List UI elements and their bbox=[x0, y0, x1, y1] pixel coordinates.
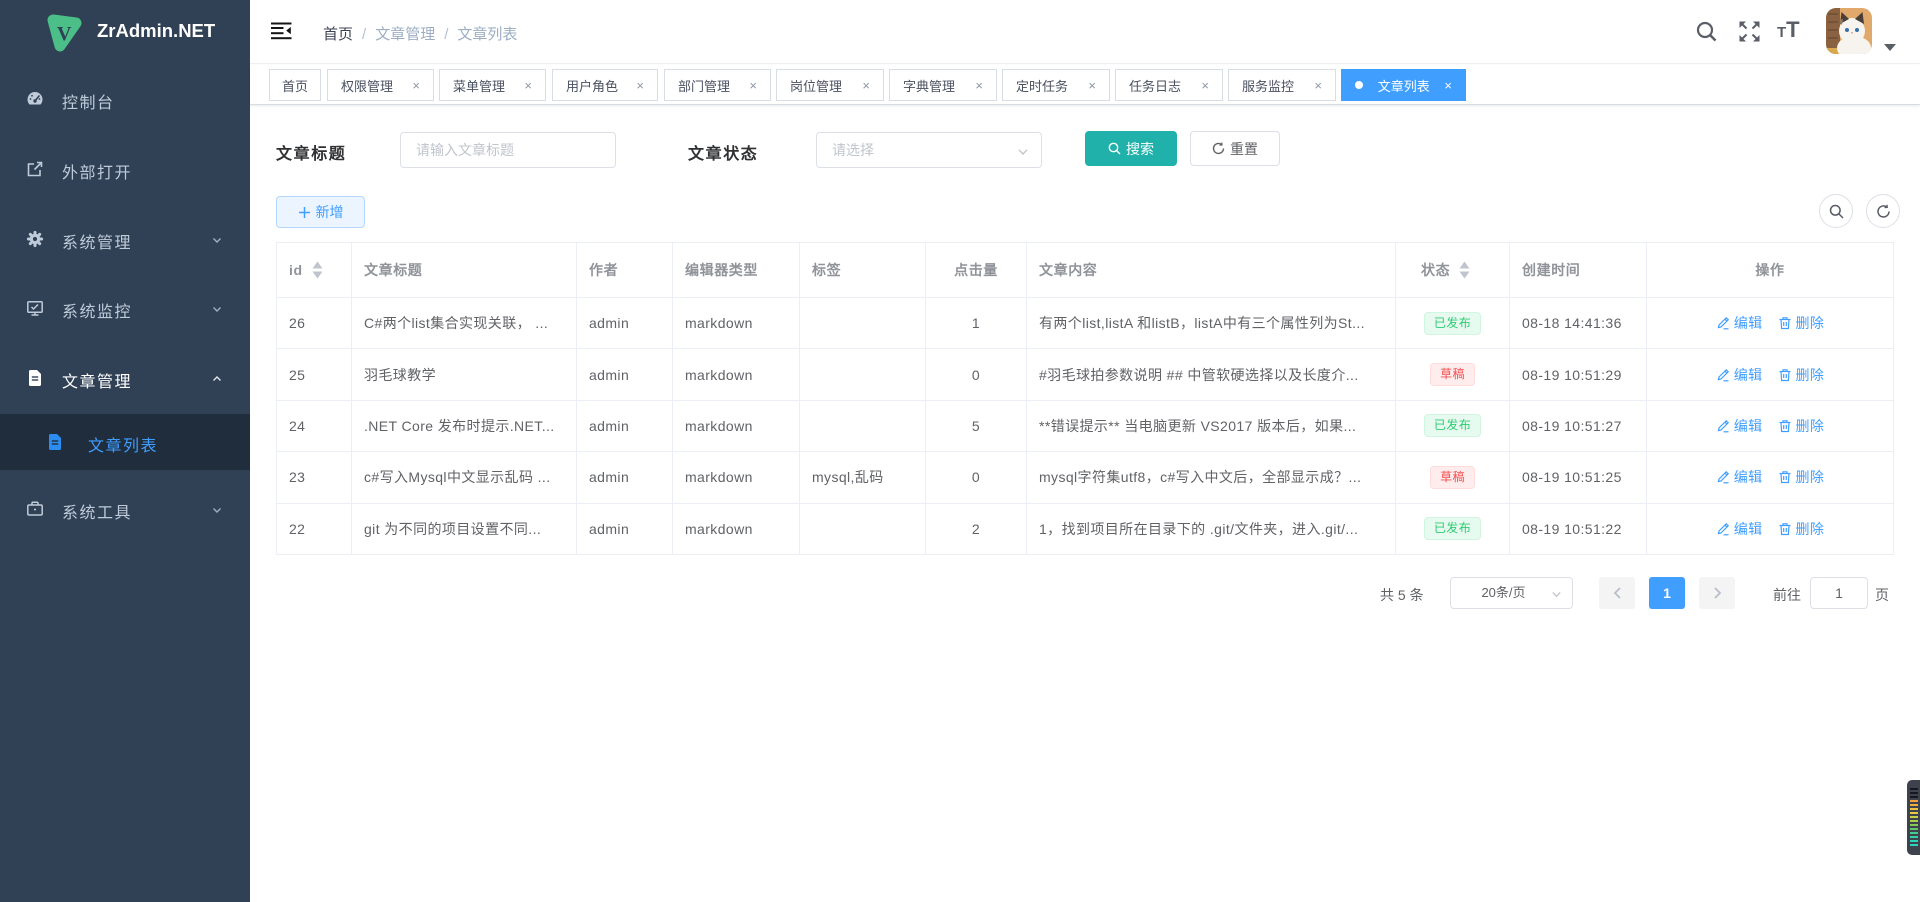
svg-text:V: V bbox=[57, 23, 72, 45]
